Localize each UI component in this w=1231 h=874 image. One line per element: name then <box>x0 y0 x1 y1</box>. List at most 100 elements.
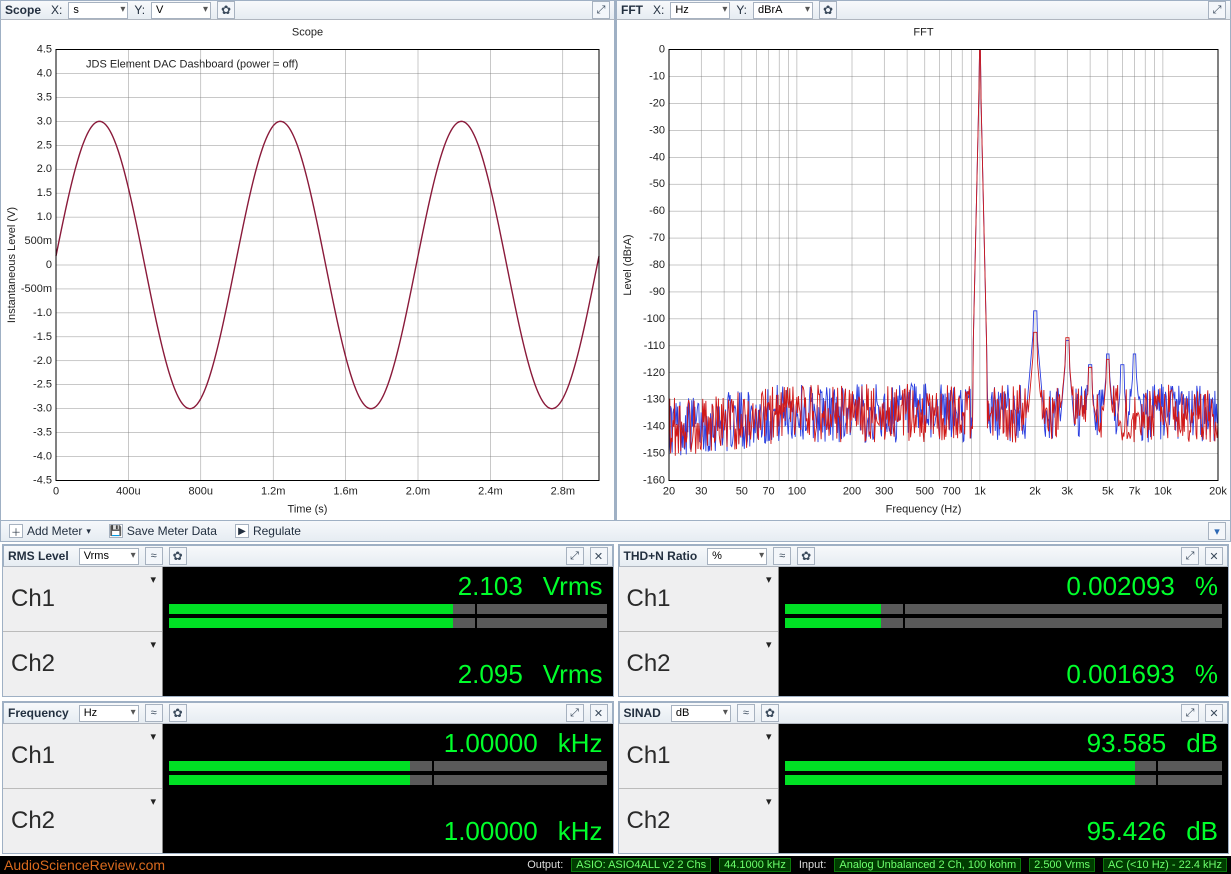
input-device[interactable]: Analog Unbalanced 2 Ch, 100 kohm <box>834 858 1021 872</box>
input-bw[interactable]: AC (<10 Hz) - 22.4 kHz <box>1103 858 1227 872</box>
svg-text:-60: -60 <box>649 205 665 217</box>
fft-y-label: Y: <box>736 3 747 17</box>
meter-title: SINAD <box>624 706 665 720</box>
meter-unit-select[interactable]: dB <box>671 705 731 722</box>
status-bar: AudioScienceReview.com Output: ASIO: ASI… <box>0 856 1231 874</box>
channel-1-selector[interactable]: Ch1 <box>3 567 162 632</box>
svg-text:70: 70 <box>762 486 774 498</box>
svg-text:-4.5: -4.5 <box>33 475 52 487</box>
svg-text:-120: -120 <box>643 367 665 379</box>
scope-panel-bar: Scope X: s Y: V ✿ ⤢ <box>0 0 615 20</box>
meter-title: Frequency <box>8 706 73 720</box>
gear-icon[interactable]: ✿ <box>169 704 187 722</box>
popout-icon[interactable]: ⤢ <box>1181 704 1199 722</box>
fft-chart[interactable]: FFT0-10-20-30-40-50-60-70-80-90-100-110-… <box>616 20 1231 521</box>
channel-2-selector[interactable]: Ch2 <box>3 632 162 696</box>
svg-text:0: 0 <box>659 44 665 56</box>
svg-text:-70: -70 <box>649 232 665 244</box>
svg-text:2.0: 2.0 <box>37 163 52 175</box>
meter-toolbar: ＋ Add Meter ▾ 💾 Save Meter Data ▶ Regula… <box>0 520 1231 542</box>
output-rate[interactable]: 44.1000 kHz <box>719 858 791 872</box>
save-icon: 💾 <box>109 524 123 538</box>
add-meter-button[interactable]: ＋ Add Meter ▾ <box>5 524 95 538</box>
channel-2-selector[interactable]: Ch2 <box>3 789 162 853</box>
gear-icon[interactable]: ✿ <box>761 704 779 722</box>
stats-icon[interactable]: ≈ <box>737 704 755 722</box>
watermark: AudioScienceReview.com <box>4 857 165 873</box>
popout-icon[interactable]: ⤢ <box>1208 1 1226 19</box>
gear-icon[interactable]: ✿ <box>217 1 235 19</box>
collapse-icon[interactable]: ▾ <box>1208 522 1226 540</box>
svg-text:-4.0: -4.0 <box>33 451 52 463</box>
svg-text:-100: -100 <box>643 313 665 325</box>
stats-icon[interactable]: ≈ <box>145 547 163 565</box>
fft-x-unit-select[interactable]: Hz <box>670 2 730 19</box>
rms-meter: RMS Level Vrms ≈ ✿ ⤢ ✕ Ch1 Ch2 2.103Vrms <box>2 544 614 697</box>
svg-text:10k: 10k <box>1154 486 1172 498</box>
svg-text:700: 700 <box>942 486 960 498</box>
scope-chart[interactable]: ScopeJDS Element DAC Dashboard (power = … <box>0 20 615 521</box>
popout-icon[interactable]: ⤢ <box>566 704 584 722</box>
gear-icon[interactable]: ✿ <box>797 547 815 565</box>
svg-text:4.5: 4.5 <box>37 44 52 56</box>
channel-2-selector[interactable]: Ch2 <box>619 632 778 696</box>
input-level[interactable]: 2.500 Vrms <box>1029 858 1095 872</box>
popout-icon[interactable]: ⤢ <box>592 1 610 19</box>
gear-icon[interactable]: ✿ <box>819 1 837 19</box>
regulate-button[interactable]: ▶ Regulate <box>231 524 305 538</box>
meter-title: THD+N Ratio <box>624 549 702 563</box>
svg-text:-150: -150 <box>643 448 665 460</box>
svg-text:2.0m: 2.0m <box>406 486 430 498</box>
scope-x-unit-select[interactable]: s <box>68 2 128 19</box>
meter-unit-select[interactable]: Vrms <box>79 548 139 565</box>
scope-y-unit-select[interactable]: V <box>151 2 211 19</box>
stats-icon[interactable]: ≈ <box>145 704 163 722</box>
svg-text:-30: -30 <box>649 124 665 136</box>
gear-icon[interactable]: ✿ <box>169 547 187 565</box>
svg-text:2k: 2k <box>1029 486 1041 498</box>
close-icon[interactable]: ✕ <box>1205 704 1223 722</box>
svg-text:2.8m: 2.8m <box>551 486 575 498</box>
svg-text:0: 0 <box>46 259 52 271</box>
channel-1-selector[interactable]: Ch1 <box>3 724 162 789</box>
fft-y-unit-select[interactable]: dBrA <box>753 2 813 19</box>
svg-text:-10: -10 <box>649 70 665 82</box>
stats-icon[interactable]: ≈ <box>773 547 791 565</box>
svg-text:1.2m: 1.2m <box>261 486 285 498</box>
svg-text:-1.5: -1.5 <box>33 331 52 343</box>
freq-meter: Frequency Hz ≈ ✿ ⤢ ✕ Ch1 Ch2 1.00000kHz <box>2 701 614 854</box>
ch2-reading: 2.095Vrms <box>458 659 603 690</box>
close-icon[interactable]: ✕ <box>590 704 608 722</box>
svg-text:-80: -80 <box>649 259 665 271</box>
channel-2-selector[interactable]: Ch2 <box>619 789 778 853</box>
fft-panel-bar: FFT X: Hz Y: dBrA ✿ ⤢ <box>616 0 1231 20</box>
channel-1-selector[interactable]: Ch1 <box>619 567 778 632</box>
popout-icon[interactable]: ⤢ <box>566 547 584 565</box>
ch2-reading: 95.426dB <box>1087 816 1218 847</box>
close-icon[interactable]: ✕ <box>1205 547 1223 565</box>
close-icon[interactable]: ✕ <box>590 547 608 565</box>
ch2-reading: 0.001693% <box>1066 659 1218 690</box>
svg-text:30: 30 <box>695 486 707 498</box>
svg-text:Scope: Scope <box>292 27 323 39</box>
ch1-reading: 2.103Vrms <box>458 571 603 602</box>
svg-text:1.6m: 1.6m <box>333 486 357 498</box>
svg-text:200: 200 <box>843 486 861 498</box>
svg-text:-50: -50 <box>649 178 665 190</box>
svg-text:-3.5: -3.5 <box>33 427 52 439</box>
svg-text:1.0: 1.0 <box>37 211 52 223</box>
popout-icon[interactable]: ⤢ <box>1181 547 1199 565</box>
svg-text:-90: -90 <box>649 286 665 298</box>
channel-1-selector[interactable]: Ch1 <box>619 724 778 789</box>
output-device[interactable]: ASIO: ASIO4ALL v2 2 Chs <box>571 858 711 872</box>
svg-text:4.0: 4.0 <box>37 67 52 79</box>
svg-text:3.5: 3.5 <box>37 91 52 103</box>
svg-text:800u: 800u <box>189 486 213 498</box>
svg-text:-2.0: -2.0 <box>33 355 52 367</box>
meter-unit-select[interactable]: Hz <box>79 705 139 722</box>
svg-text:50: 50 <box>736 486 748 498</box>
thdn-meter: THD+N Ratio % ≈ ✿ ⤢ ✕ Ch1 Ch2 0.002093% <box>618 544 1230 697</box>
svg-text:-2.5: -2.5 <box>33 379 52 391</box>
save-meter-button[interactable]: 💾 Save Meter Data <box>105 524 221 538</box>
meter-unit-select[interactable]: % <box>707 548 767 565</box>
